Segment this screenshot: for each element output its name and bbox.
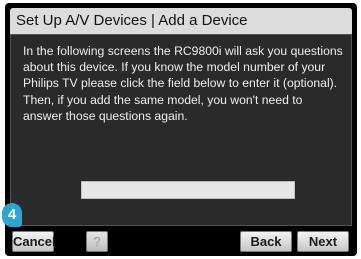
instructions-text: In the following screens the RC9800i wil… — [23, 44, 343, 123]
step-badge: 4 — [2, 203, 22, 227]
model-number-input[interactable] — [81, 181, 295, 199]
back-button[interactable]: Back — [240, 231, 292, 252]
cancel-button[interactable]: Cancel — [12, 231, 56, 252]
help-button[interactable]: ? — [86, 231, 108, 252]
next-button[interactable]: Next — [297, 231, 349, 252]
page-title: Set Up A/V Devices | Add a Device — [16, 12, 248, 29]
button-bar: Cancel ? Back Next — [10, 227, 352, 254]
content-panel: In the following screens the RC9800i wil… — [10, 34, 352, 226]
title-bar: Set Up A/V Devices | Add a Device — [10, 8, 352, 34]
